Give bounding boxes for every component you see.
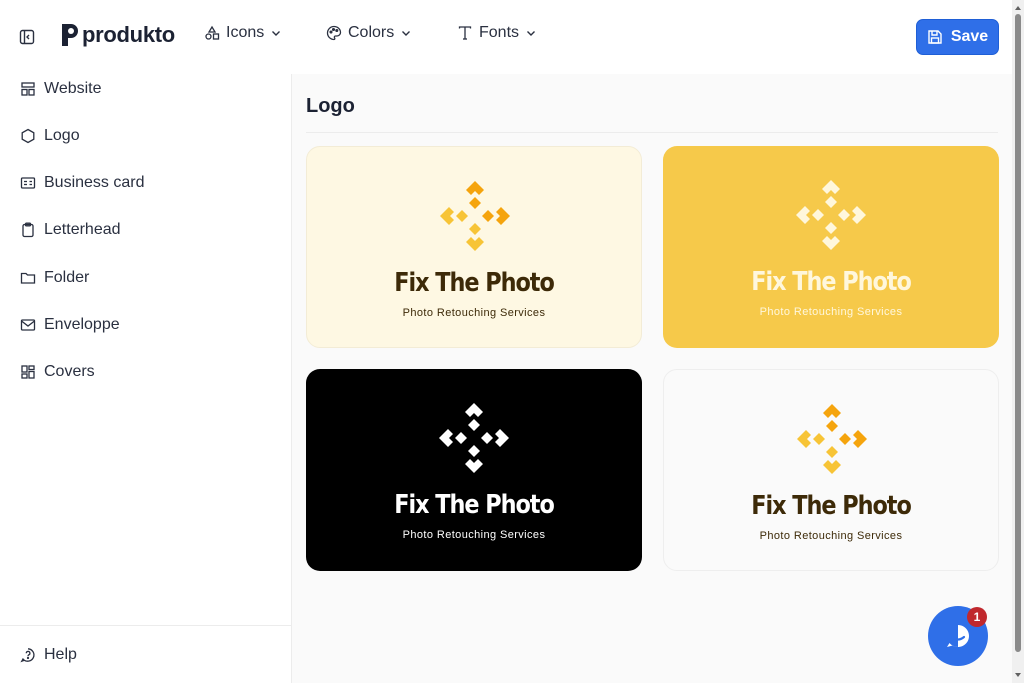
- sidebar-item-enveloppe[interactable]: Enveloppe: [20, 316, 120, 334]
- chevron-down-icon: [402, 31, 411, 36]
- mail-icon: [20, 319, 36, 331]
- grid-icon: [21, 365, 35, 379]
- sidebar-item-covers[interactable]: Covers: [20, 363, 95, 381]
- logo-mark-icon: [797, 404, 867, 474]
- brand-name: produkto: [82, 22, 175, 47]
- id-card-icon: [20, 177, 36, 189]
- logo-mark-icon: [439, 403, 509, 473]
- fonts-menu-label: Fonts: [479, 24, 520, 41]
- page-title: Logo: [306, 95, 355, 117]
- logo-card[interactable]: Fix The Photo Photo Retouching Services: [663, 369, 999, 571]
- scroll-down-icon[interactable]: [1015, 673, 1021, 677]
- sidebar-item-label: Covers: [44, 363, 95, 380]
- fonts-menu[interactable]: Fonts: [457, 24, 537, 42]
- sidebar-item-label: Letterhead: [44, 221, 121, 238]
- logo-name: Fix The Photo: [394, 268, 555, 298]
- sidebar-item-label: Logo: [44, 127, 80, 144]
- sidebar-toggle-icon[interactable]: [17, 27, 37, 47]
- icons-menu[interactable]: Icons: [204, 24, 282, 42]
- clipboard-icon: [22, 222, 34, 238]
- logo-card[interactable]: Fix The Photo Photo Retouching Services: [306, 146, 642, 348]
- title-divider: [306, 132, 998, 133]
- chevron-down-icon: [272, 31, 281, 36]
- folder-icon: [20, 272, 36, 284]
- sidebar-item-logo[interactable]: Logo: [20, 127, 80, 145]
- logo-name: Fix The Photo: [394, 490, 555, 520]
- sidebar-item-business-card[interactable]: Business card: [20, 174, 145, 192]
- scrollbar[interactable]: [1012, 0, 1024, 683]
- help-label: Help: [44, 646, 77, 663]
- sidebar: Website Logo Business card Letterhead Fo…: [0, 74, 292, 683]
- chevron-down-icon: [527, 31, 536, 36]
- produkto-mark-icon: [62, 24, 78, 46]
- save-button[interactable]: Save: [916, 19, 999, 55]
- palette-icon: [326, 25, 342, 41]
- icons-menu-label: Icons: [226, 24, 265, 41]
- scroll-up-icon[interactable]: [1015, 6, 1021, 10]
- sidebar-item-website[interactable]: Website: [20, 80, 102, 98]
- logo-name: Fix The Photo: [751, 491, 912, 521]
- sidebar-item-label: Enveloppe: [44, 316, 120, 333]
- floppy-disk-icon: [928, 30, 942, 44]
- layout-icon: [21, 82, 35, 96]
- logo-card[interactable]: Fix The Photo Photo Retouching Services: [663, 146, 999, 348]
- hexagon-icon: [21, 128, 35, 144]
- save-button-label: Save: [950, 28, 989, 45]
- top-bar: produkto Icons Colors Fonts Save: [0, 0, 1012, 74]
- sidebar-item-label: Folder: [44, 269, 90, 286]
- logo-tagline: Photo Retouching Services: [759, 530, 903, 542]
- shapes-icon: [205, 25, 220, 40]
- sidebar-item-folder[interactable]: Folder: [20, 269, 89, 287]
- notification-badge: 1: [967, 607, 987, 627]
- logo-mark-icon: [796, 180, 866, 250]
- type-icon: [458, 26, 472, 40]
- logo-tagline: Photo Retouching Services: [402, 307, 546, 319]
- chat-icon: [947, 625, 969, 647]
- sidebar-item-letterhead[interactable]: Letterhead: [20, 221, 121, 239]
- scroll-thumb[interactable]: [1015, 14, 1021, 652]
- logo-mark-icon: [440, 181, 510, 251]
- sidebar-item-label: Business card: [44, 174, 145, 191]
- logo-name: Fix The Photo: [751, 267, 912, 297]
- sidebar-item-label: Website: [44, 80, 102, 97]
- logo-card[interactable]: Fix The Photo Photo Retouching Services: [306, 369, 642, 571]
- colors-menu[interactable]: Colors: [326, 24, 412, 42]
- sidebar-divider: [0, 625, 292, 626]
- logo-tagline: Photo Retouching Services: [759, 306, 903, 318]
- colors-menu-label: Colors: [348, 24, 395, 41]
- help-icon: [20, 648, 35, 663]
- brand-logo[interactable]: produkto: [60, 22, 175, 48]
- sidebar-item-help[interactable]: Help: [20, 646, 77, 664]
- logo-tagline: Photo Retouching Services: [402, 529, 546, 541]
